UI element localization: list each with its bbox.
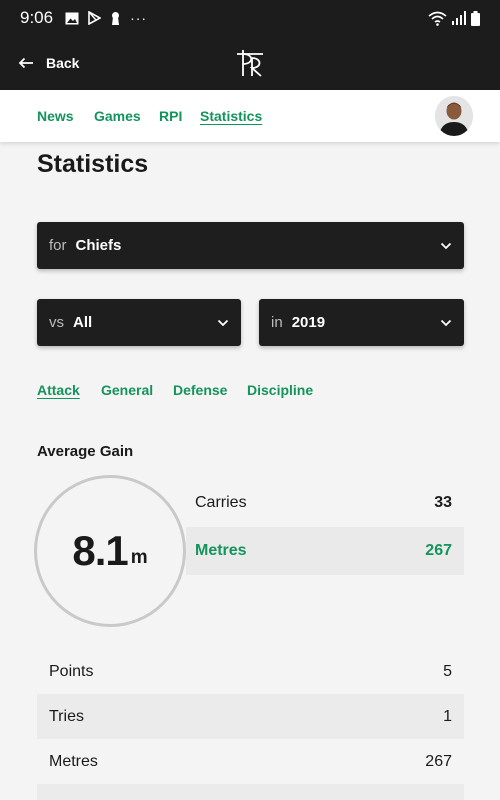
back-label: Back	[46, 55, 80, 71]
season-select-prefix: in	[271, 314, 283, 331]
tab-rpi[interactable]: RPI	[159, 108, 182, 124]
team-select-value: Chiefs	[75, 237, 122, 254]
stat-row-metres: Metres 267	[37, 739, 464, 784]
stat-label: Points	[49, 662, 94, 680]
gain-row-label: Metres	[195, 542, 247, 559]
pr-monogram-logo	[237, 50, 263, 77]
tab-defense[interactable]: Defense	[173, 382, 227, 398]
avatar[interactable]	[435, 96, 473, 136]
average-gain-title: Average Gain	[37, 443, 134, 460]
stat-value: 267	[425, 752, 452, 770]
arrow-left-icon	[18, 57, 33, 69]
tab-news[interactable]: News	[37, 108, 74, 124]
stat-label: Metres	[49, 752, 98, 770]
back-button[interactable]: Back	[18, 36, 79, 90]
wifi-icon	[428, 11, 447, 26]
average-gain-circle: 8.1 m	[34, 475, 186, 627]
gain-row-label: Carries	[195, 494, 247, 511]
stat-row-partial	[37, 784, 464, 800]
average-gain-value: 8.1	[72, 527, 128, 574]
tab-discipline[interactable]: Discipline	[247, 382, 313, 398]
stat-value: 1	[443, 707, 452, 725]
chevron-down-icon	[217, 319, 229, 326]
gain-row-metres: Metres 267	[186, 527, 464, 575]
chevron-down-icon	[440, 319, 452, 326]
status-bar: 9:06 ···	[0, 0, 500, 36]
team-select[interactable]: for Chiefs	[37, 222, 464, 269]
stat-row-tries: Tries 1	[37, 694, 464, 739]
page-title: Statistics	[37, 150, 149, 178]
battery-icon	[471, 10, 480, 26]
tab-statistics[interactable]: Statistics	[200, 108, 262, 124]
user-avatar-icon	[435, 96, 473, 136]
status-time: 9:06	[20, 8, 54, 27]
status-right-icons	[428, 10, 480, 26]
stat-label: Tries	[49, 707, 84, 725]
opponent-select-value: All	[73, 314, 93, 331]
keyhole-icon	[112, 11, 120, 25]
tab-games[interactable]: Games	[94, 108, 141, 124]
play-store-icon	[88, 11, 102, 25]
opponent-select-prefix: vs	[49, 314, 64, 331]
average-gain-unit: m	[130, 547, 148, 568]
gain-row-carries: Carries 33	[186, 479, 464, 527]
signal-icon	[452, 11, 466, 25]
season-select-value: 2019	[291, 314, 326, 331]
stat-row-points: Points 5	[37, 649, 464, 694]
more-dots-icon: ···	[130, 10, 148, 26]
app-header: Back	[0, 36, 500, 90]
tab-attack[interactable]: Attack	[37, 382, 80, 398]
tab-general[interactable]: General	[101, 382, 153, 398]
gain-row-value: 33	[434, 494, 452, 511]
season-select[interactable]: in 2019	[259, 299, 464, 346]
chevron-down-icon	[440, 242, 452, 249]
stat-value: 5	[443, 662, 452, 680]
team-select-prefix: for	[49, 237, 67, 254]
nav-bar: News Games RPI Statistics	[0, 90, 500, 142]
opponent-select[interactable]: vs All	[37, 299, 241, 346]
image-icon	[65, 12, 79, 24]
status-left-icons: ···	[65, 10, 147, 26]
gain-row-value: 267	[425, 542, 452, 559]
